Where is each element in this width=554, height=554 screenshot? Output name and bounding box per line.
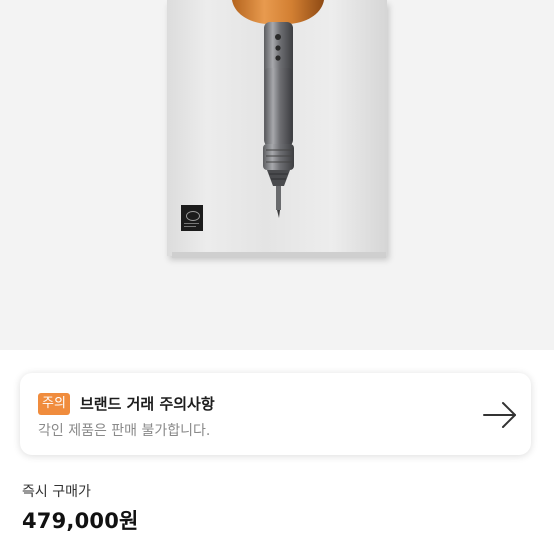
notice-title: 브랜드 거래 주의사항	[80, 395, 215, 413]
arrow-right-icon[interactable]	[482, 400, 518, 430]
brand-logo-icon	[181, 205, 203, 231]
notice-subtitle: 각인 제품은 판매 불가합니다.	[38, 423, 211, 439]
caution-badge: 주의	[38, 393, 70, 415]
logo-text-line	[184, 226, 196, 227]
product-image[interactable]	[0, 0, 554, 350]
notice-card[interactable]: 주의 브랜드 거래 주의사항 각인 제품은 판매 불가합니다.	[20, 373, 531, 455]
logo-text-line	[184, 223, 199, 224]
hair-dryer-illustration	[232, 0, 324, 218]
instant-price-value: 479,000원	[22, 509, 139, 533]
instant-price-label: 즉시 구매가	[22, 484, 91, 500]
